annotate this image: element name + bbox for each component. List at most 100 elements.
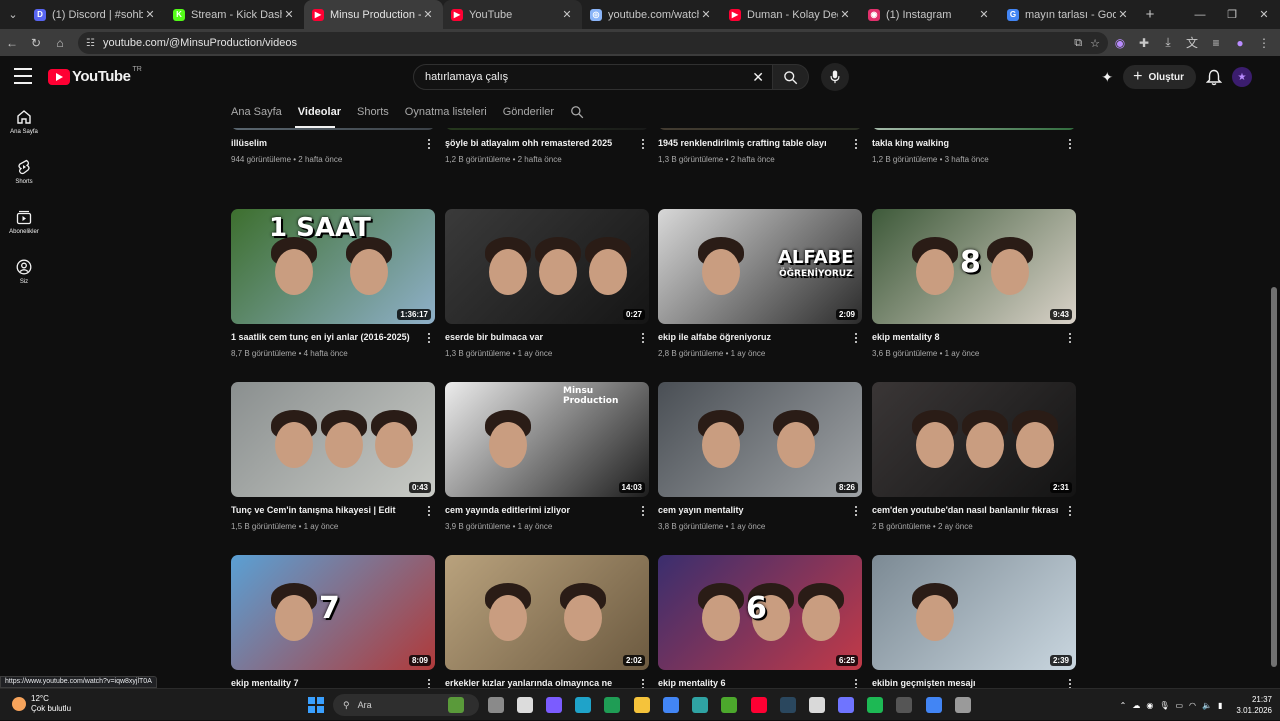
video-card[interactable]: 0:27 eserde bir bulmaca var 1,3 B görüntül… [445, 209, 649, 377]
video-title[interactable]: erkekler kızlar yanlarında olmayınca ne [445, 678, 635, 688]
video-more-actions-icon[interactable] [423, 504, 435, 518]
video-more-actions-icon[interactable] [1064, 504, 1076, 518]
tab-close-icon[interactable]: ✕ [421, 8, 435, 21]
notifications-bell-icon[interactable] [1206, 69, 1222, 86]
video-card[interactable]: 8:26 cem yayın mentality 3,8 B görüntüleme… [658, 382, 862, 550]
video-title[interactable]: 1945 renklendirilmiş crafting table olay… [658, 138, 848, 148]
tray-chevron-icon[interactable]: ⌃ [1120, 701, 1127, 710]
tab-playlists[interactable]: Oynatma listeleri [405, 106, 487, 118]
browser-tab[interactable]: ▶ YouTube ✕ [443, 0, 582, 29]
account-avatar[interactable]: ★ [1232, 67, 1252, 87]
video-title[interactable]: ekibin geçmişten mesajı [872, 678, 1062, 688]
ai-sparkle-icon[interactable]: ✦ [1101, 69, 1113, 86]
video-thumbnail[interactable]: 1 SAAT 1:36:17 [231, 209, 435, 324]
browser-tab[interactable]: Gmayın tarlası - Google'da✕ [999, 0, 1138, 29]
clock[interactable]: 21:37 3.01.2026 [1236, 694, 1272, 716]
video-more-actions-icon[interactable] [1064, 137, 1076, 151]
video-more-actions-icon[interactable] [637, 677, 649, 688]
video-title[interactable]: eserde bir bulmaca var [445, 332, 635, 342]
browser-tab[interactable]: ▶ Minsu Production - YouTu✕ [304, 0, 443, 29]
address-bar[interactable]: ☷ youtube.com/@MinsuProduction/videos ⧉ … [78, 32, 1108, 54]
video-thumbnail[interactable]: 6 6:25 [658, 555, 862, 670]
menu-kebab-icon[interactable]: ⋮ [1252, 36, 1276, 50]
chrome-icon[interactable] [663, 697, 679, 713]
onedrive-icon[interactable]: ☁ [1132, 701, 1140, 710]
video-thumbnail[interactable]: 8:26 [658, 382, 862, 497]
channel-search-icon[interactable] [570, 105, 584, 119]
video-card[interactable]: 2:31 cem'den youtube'dan nasıl banlanılır… [872, 382, 1076, 550]
video-thumbnail[interactable]: ALFABE ÖĞRENİYORUZ 2:09 [658, 209, 862, 324]
video-title[interactable]: ekip ile alfabe öğreniyoruz [658, 332, 848, 342]
sidebar-item-you[interactable]: Siz [0, 247, 48, 297]
video-card[interactable]: ALFABE ÖĞRENİYORUZ 2:09 ekip ile alfabe öğr… [658, 209, 862, 377]
chrome-active-icon[interactable] [926, 697, 942, 713]
tray-app-icon[interactable]: ◉ [1146, 701, 1153, 710]
video-card[interactable]: 7 8:09 ekip mentality 7 [231, 555, 435, 688]
video-thumbnail[interactable]: 0:47 [872, 128, 1076, 130]
video-more-actions-icon[interactable] [850, 137, 862, 151]
video-title[interactable]: takla king walking [872, 138, 1062, 148]
video-thumbnail[interactable]: 2:02 [445, 555, 649, 670]
video-card[interactable]: 0:05 şöyle bi atlayalım ohh remastered 20… [445, 128, 649, 183]
search-button[interactable] [773, 64, 809, 90]
video-title[interactable]: cem yayın mentality [658, 505, 848, 515]
home-button-icon[interactable]: ⌂ [48, 29, 72, 56]
search-input[interactable]: hatırlamaya çalış ✕ [413, 64, 773, 90]
settings-icon[interactable] [955, 697, 971, 713]
page-scrollbar[interactable] [1270, 97, 1278, 688]
sidebar-item-shorts[interactable]: Shorts [0, 147, 48, 197]
task-view-icon[interactable] [488, 697, 504, 713]
video-thumbnail[interactable]: 0:45 [231, 128, 435, 130]
extension-icon[interactable]: ◉ [1108, 36, 1132, 50]
install-app-icon[interactable]: ⧉ [1074, 37, 1082, 50]
weather-widget[interactable]: 12°C Çok bulutlu [12, 694, 71, 714]
video-more-actions-icon[interactable] [850, 677, 862, 688]
youtube-logo[interactable]: YouTube TR [48, 66, 142, 85]
video-more-actions-icon[interactable] [850, 331, 862, 345]
tool-icon[interactable] [896, 697, 912, 713]
browser-tab[interactable]: K Stream - Kick Dashboard✕ [165, 0, 304, 29]
video-title[interactable]: ekip mentality 7 [231, 678, 421, 688]
tab-close-icon[interactable]: ✕ [1116, 8, 1130, 21]
minecraft-icon[interactable] [721, 697, 737, 713]
video-card[interactable]: 2:39 ekibin geçmişten mesajı [872, 555, 1076, 688]
video-more-actions-icon[interactable] [423, 677, 435, 688]
video-more-actions-icon[interactable] [637, 331, 649, 345]
extensions-puzzle-icon[interactable]: ✚ [1132, 36, 1156, 50]
video-thumbnail[interactable]: 2:39 [872, 555, 1076, 670]
video-card[interactable]: 1 SAAT 1:36:17 1 saatlik cem tunç en iyi a… [231, 209, 435, 377]
minimize-icon[interactable]: — [1184, 0, 1216, 29]
tab-close-icon[interactable]: ✕ [282, 8, 296, 21]
volume-icon[interactable]: 🔈 [1202, 701, 1212, 710]
tab-posts[interactable]: Gönderiler [503, 106, 554, 118]
video-card[interactable]: Minsu Production 14:03 cem yayında editler… [445, 382, 649, 550]
editor-icon[interactable] [838, 697, 854, 713]
capture-icon[interactable] [692, 697, 708, 713]
youtube-icon[interactable] [751, 697, 767, 713]
create-button[interactable]: + Oluştur [1123, 65, 1196, 89]
bookmark-star-icon[interactable]: ☆ [1090, 37, 1100, 50]
tab-close-icon[interactable]: ✕ [143, 8, 157, 21]
reload-icon[interactable]: ↻ [24, 29, 48, 56]
video-title[interactable]: ekip mentality 6 [658, 678, 848, 688]
video-more-actions-icon[interactable] [1064, 677, 1076, 688]
video-more-actions-icon[interactable] [637, 504, 649, 518]
tab-shorts[interactable]: Shorts [357, 106, 389, 118]
edge-icon[interactable] [575, 697, 591, 713]
site-info-icon[interactable]: ☷ [86, 38, 95, 49]
tab-search-icon[interactable]: ⌄ [0, 0, 26, 29]
video-thumbnail[interactable]: 7 8:09 [231, 555, 435, 670]
start-button[interactable] [308, 697, 324, 713]
video-title[interactable]: ekip mentality 8 [872, 332, 1062, 342]
video-card[interactable]: 8 9:43 ekip mentality 8 3,6 B görüntüleme •… [872, 209, 1076, 377]
browser-tab[interactable]: ◎ youtube.com/watch?v=iq✕ [582, 0, 721, 29]
file-icon[interactable] [517, 697, 533, 713]
explorer-folder-icon[interactable] [634, 697, 650, 713]
microphone-tray-icon[interactable]: 🎙 [1159, 701, 1169, 710]
tab-close-icon[interactable]: ✕ [838, 8, 852, 21]
scrollbar-thumb[interactable] [1271, 287, 1277, 667]
excel-icon[interactable] [604, 697, 620, 713]
video-title[interactable]: şöyle bi atlayalım ohh remastered 2025 [445, 138, 635, 148]
display-icon[interactable]: ▭ [1175, 701, 1183, 710]
maximize-icon[interactable]: ❐ [1216, 0, 1248, 29]
